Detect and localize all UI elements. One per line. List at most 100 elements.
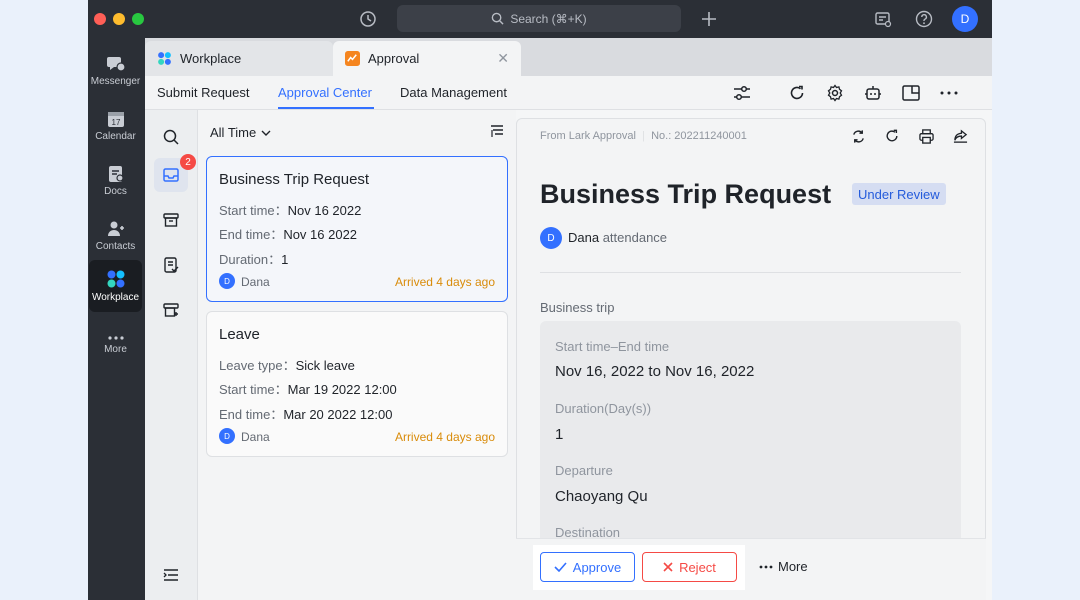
nav-item-messenger[interactable]: Messenger [89, 45, 142, 97]
nav-item-more[interactable]: More [89, 319, 142, 371]
workplace-icon [107, 270, 124, 288]
card-field: Duration：1 [219, 252, 289, 267]
bot-icon[interactable] [863, 83, 883, 103]
approval-icon [345, 51, 360, 66]
close-icon [663, 562, 673, 572]
field-label: Start time–End time [555, 339, 670, 354]
approve-label: Approve [572, 559, 622, 575]
sort-icon[interactable] [490, 124, 504, 143]
close-icon[interactable]: ✕ [497, 50, 509, 67]
nav-item-calendar[interactable]: 17 Calendar [89, 100, 142, 152]
tab-workplace[interactable]: Workplace [145, 41, 333, 76]
card-user: Dana [241, 430, 270, 444]
tasks-icon[interactable] [873, 9, 893, 29]
app-window: Search (⌘+K) D Messenger 17 Calendar Doc… [88, 0, 992, 600]
maximize-window-button[interactable] [132, 13, 144, 25]
nav-label: Docs [104, 186, 127, 197]
card-title: Business Trip Request [219, 171, 370, 188]
calendar-icon: 17 [107, 112, 124, 127]
card-arrived-time: Arrived 4 days ago [394, 275, 495, 289]
card-user: Dana [241, 275, 270, 289]
cc-icon[interactable] [154, 293, 188, 327]
search-input[interactable]: Search (⌘+K) [397, 5, 681, 32]
pending-count-badge: 2 [180, 154, 196, 170]
card-field: Start time：Nov 16 2022 [219, 203, 362, 218]
more-icon [107, 336, 124, 340]
more-button[interactable]: More [759, 559, 808, 574]
share-icon[interactable] [951, 127, 969, 145]
tab-label: Approval [368, 51, 420, 66]
add-icon[interactable] [699, 9, 719, 29]
minimize-window-button[interactable] [113, 13, 125, 25]
avatar: D [219, 273, 235, 289]
user-avatar[interactable]: D [952, 6, 978, 32]
reject-button[interactable]: Reject [642, 552, 737, 582]
card-field: Start time：Mar 19 2022 12:00 [219, 382, 397, 397]
collapse-menu-icon[interactable] [163, 568, 179, 587]
docs-icon [108, 166, 124, 182]
card-title: Leave [219, 326, 260, 343]
archive-icon[interactable] [154, 203, 188, 237]
workplace-icon [158, 52, 171, 65]
nav-item-workplace[interactable]: Workplace [89, 260, 142, 312]
open-window-icon[interactable] [901, 83, 921, 103]
check-icon [554, 562, 567, 572]
request-card-leave[interactable]: Leave Leave type：Sick leave Start time：M… [206, 311, 508, 457]
active-tab-indicator [278, 107, 374, 109]
pending-inbox-icon[interactable]: 2 [154, 154, 196, 192]
field-value: Nov 16, 2022 to Nov 16, 2022 [555, 363, 755, 380]
status-badge: Under Review [852, 183, 946, 205]
refresh-icon[interactable] [883, 127, 901, 145]
section-label: Business trip [540, 300, 615, 315]
messenger-icon [106, 57, 126, 72]
tab-label: Workplace [180, 51, 242, 66]
gear-icon[interactable] [825, 83, 845, 103]
subtab-approval-center[interactable]: Approval Center [278, 85, 372, 100]
svg-text:17: 17 [111, 118, 120, 127]
history-icon[interactable] [358, 9, 378, 29]
refresh-icon[interactable] [787, 83, 807, 103]
detail-source: From Lark Approval | No.: 202211240001 [540, 130, 747, 142]
close-window-button[interactable] [94, 13, 106, 25]
sync-icon[interactable] [849, 127, 867, 145]
request-card-business-trip[interactable]: Business Trip Request Start time：Nov 16 … [206, 156, 508, 302]
nav-label: Contacts [95, 241, 136, 252]
subtab-data-management[interactable]: Data Management [400, 85, 507, 100]
nav-label: Messenger [90, 76, 141, 87]
nav-label: Calendar [95, 131, 136, 142]
nav-item-docs[interactable]: Docs [89, 155, 142, 207]
field-value: Chaoyang Qu [555, 488, 648, 505]
search-icon[interactable] [154, 120, 188, 154]
submitted-icon[interactable] [154, 248, 188, 282]
card-field: End time：Nov 16 2022 [219, 227, 358, 242]
more-label: More [778, 559, 808, 574]
tab-approval[interactable]: Approval ✕ [333, 41, 521, 76]
reject-label: Reject [679, 559, 716, 575]
page-title: Business Trip Request [540, 179, 832, 209]
contacts-icon [107, 221, 124, 236]
card-field: End time：Mar 20 2022 12:00 [219, 407, 393, 422]
approve-button[interactable]: Approve [540, 552, 635, 582]
search-icon [492, 12, 504, 25]
nav-label: More [104, 344, 127, 355]
tab-bar: Workplace Approval ✕ [145, 38, 992, 76]
help-icon[interactable] [914, 9, 934, 29]
nav-item-contacts[interactable]: Contacts [89, 210, 142, 262]
print-icon[interactable] [917, 127, 935, 145]
app-sidebar: Messenger 17 Calendar Docs Contacts Work… [88, 38, 145, 600]
approval-sidebar: 2 [145, 110, 198, 600]
divider [540, 272, 961, 273]
more-options-icon[interactable] [939, 83, 959, 103]
avatar: D [540, 227, 562, 249]
field-label: Departure [555, 463, 613, 478]
request-detail: From Lark Approval | No.: 202211240001 B… [516, 118, 986, 600]
title-bar: Search (⌘+K) D [88, 0, 992, 38]
subtab-submit-request[interactable]: Submit Request [157, 85, 250, 100]
time-filter-dropdown[interactable]: All Time [210, 125, 271, 140]
requester-name: Dana attendance [568, 230, 668, 245]
card-arrived-time: Arrived 4 days ago [394, 430, 495, 444]
time-filter-label: All Time [210, 125, 257, 140]
avatar: D [219, 428, 235, 444]
filter-settings-icon[interactable] [732, 83, 752, 103]
card-field: Leave type：Sick leave [219, 358, 355, 373]
